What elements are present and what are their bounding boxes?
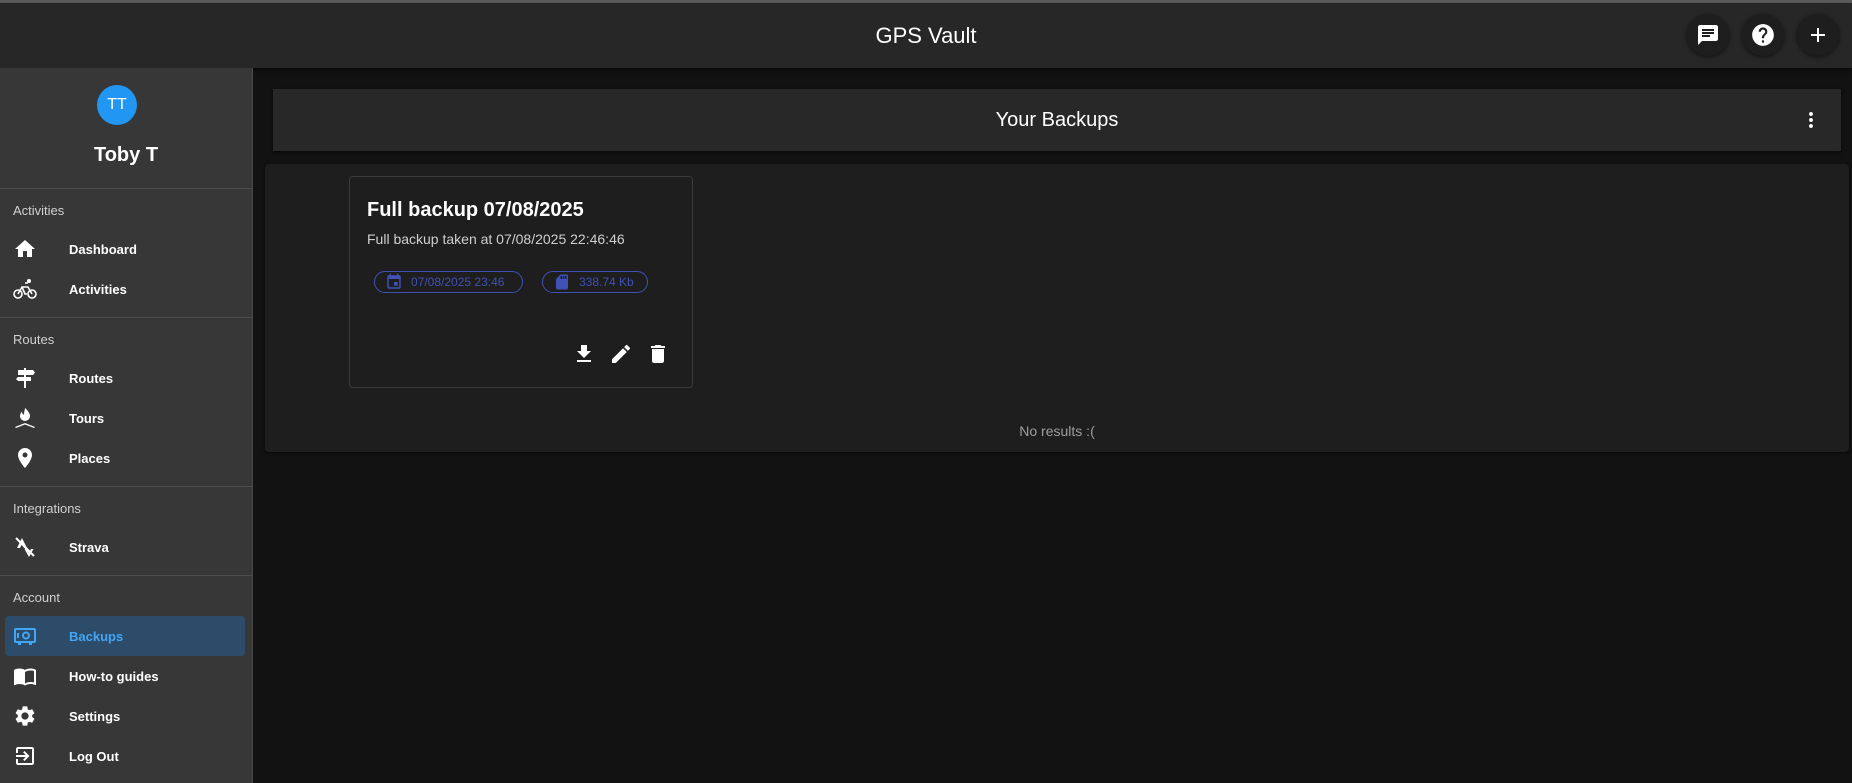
sidebar-item-label: Places — [69, 450, 111, 466]
page-title: Your Backups — [995, 109, 1119, 131]
backup-title: Full backup 07/08/2025 — [367, 199, 584, 221]
divider — [0, 188, 252, 189]
delete-icon[interactable] — [646, 342, 670, 366]
gear-icon — [15, 706, 35, 726]
bike-icon — [13, 279, 37, 299]
date-chip: 07/08/2025 23:46 — [374, 271, 523, 293]
sidebar-item-log-out[interactable]: Log Out — [5, 736, 245, 776]
app-title: GPS Vault — [875, 23, 977, 48]
page-header: Your Backups — [273, 89, 1841, 151]
edit-icon[interactable] — [609, 342, 633, 366]
backup-card[interactable]: Full backup 07/08/2025 Full backup taken… — [349, 176, 693, 388]
download-icon[interactable] — [572, 342, 596, 366]
help-button[interactable] — [1742, 14, 1784, 56]
size-chip: 338.74 Kb — [542, 271, 648, 293]
sidebar-item-routes[interactable]: Routes — [5, 358, 245, 398]
section-label-activities: Activities — [13, 203, 65, 218]
feedback-icon — [1698, 25, 1718, 45]
section-label-integrations: Integrations — [13, 501, 81, 516]
sidebar-item-strava[interactable]: Strava — [5, 527, 245, 567]
help-icon — [1752, 24, 1774, 46]
backups-panel: Full backup 07/08/2025 Full backup taken… — [265, 164, 1849, 452]
sidebar-item-label: Log Out — [69, 748, 119, 764]
strava-icon — [15, 537, 35, 557]
place-icon — [18, 448, 32, 468]
backup-subtitle: Full backup taken at 07/08/2025 22:46:46 — [367, 231, 625, 247]
section-label-account: Account — [13, 590, 60, 605]
campfire-icon — [15, 408, 35, 428]
sidebar-item-activities[interactable]: Activities — [5, 269, 245, 309]
sidebar-item-label: Tours — [69, 410, 105, 426]
sidebar-item-label: Dashboard — [69, 241, 137, 257]
navigation-drawer: TT Toby T Activities Dashboard Activitie… — [0, 68, 253, 783]
section-label-routes: Routes — [13, 332, 55, 347]
sd-card-icon — [556, 274, 568, 290]
more-vert-icon[interactable] — [1799, 108, 1823, 132]
sidebar-item-settings[interactable]: Settings — [5, 696, 245, 736]
size-chip-label: 338.74 Kb — [579, 275, 634, 289]
book-icon — [14, 668, 36, 686]
sidebar-item-label: Settings — [69, 708, 121, 724]
add-icon — [1811, 28, 1825, 42]
sidebar-item-tours[interactable]: Tours — [5, 398, 245, 438]
calendar-icon — [387, 273, 401, 289]
divider — [0, 486, 252, 487]
date-chip-label: 07/08/2025 23:46 — [411, 275, 505, 289]
sidebar-item-label: Activities — [69, 281, 127, 297]
divider — [0, 575, 252, 576]
logout-icon — [16, 747, 34, 765]
sidebar-item-label: Strava — [69, 539, 109, 555]
app-bar: GPS Vault — [0, 3, 1852, 68]
user-name: Toby T — [93, 144, 159, 166]
sidebar-item-backups[interactable]: Backups — [5, 616, 245, 656]
sidebar-item-label: Backups — [69, 628, 124, 644]
sidebar-item-places[interactable]: Places — [5, 438, 245, 478]
home-icon — [15, 240, 35, 257]
sidebar-item-label: Routes — [69, 370, 114, 386]
backup-safe-icon — [14, 628, 36, 645]
feedback-button[interactable] — [1687, 14, 1729, 56]
add-button[interactable] — [1797, 14, 1839, 56]
sidebar-item-dashboard[interactable]: Dashboard — [5, 229, 245, 269]
no-results-text: No results :( — [1019, 423, 1095, 439]
sidebar-item-label: How-to guides — [69, 668, 159, 684]
sidebar-item-how-to-guides[interactable]: How-to guides — [5, 656, 245, 696]
avatar[interactable]: TT — [97, 85, 137, 125]
signpost-icon — [16, 368, 35, 388]
divider — [0, 317, 252, 318]
